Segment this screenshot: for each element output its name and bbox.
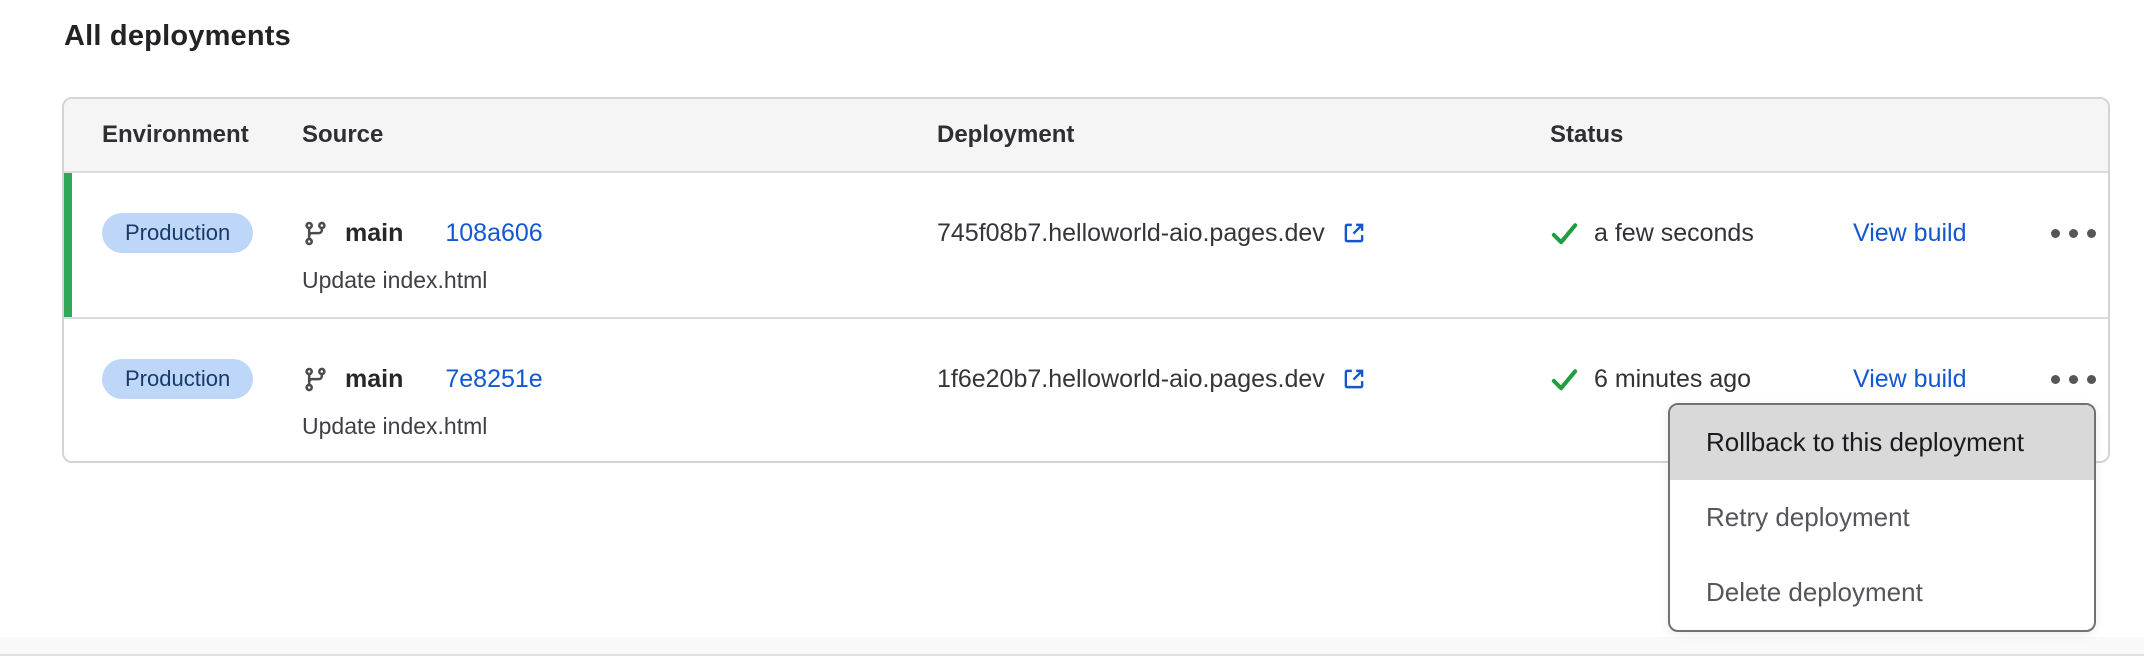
source-cell: main 7e8251e Update index.html: [302, 319, 937, 461]
commit-message: Update index.html: [302, 411, 937, 441]
status-time: a few seconds: [1594, 219, 1754, 248]
column-header-deployment: Deployment: [937, 121, 1550, 149]
view-build-cell: View build: [1853, 173, 2038, 317]
deployment-url: 745f08b7.helloworld-aio.pages.dev: [937, 219, 1325, 248]
commit-link[interactable]: 108a606: [445, 219, 542, 248]
commit-link[interactable]: 7e8251e: [445, 365, 542, 394]
column-header-source: Source: [302, 121, 937, 149]
view-build-link[interactable]: View build: [1853, 219, 1967, 248]
page-divider: [0, 654, 2144, 656]
column-header-status: Status: [1550, 121, 1853, 149]
table-row: Production main 108a606 Update index.htm…: [64, 173, 2108, 317]
deployments-page: All deployments Environment Source Deplo…: [0, 0, 2144, 662]
status-cell: a few seconds: [1550, 173, 1853, 317]
page-title: All deployments: [64, 20, 291, 53]
success-check-icon: [1550, 219, 1579, 248]
environment-badge: Production: [102, 359, 253, 399]
external-link-icon[interactable]: [1341, 366, 1367, 392]
table-header-row: Environment Source Deployment Status: [64, 99, 2108, 173]
row-actions-cell: [2038, 173, 2108, 317]
ellipsis-icon: [2051, 375, 2060, 384]
source-cell: main 108a606 Update index.html: [302, 173, 937, 317]
environment-cell: Production: [102, 173, 302, 317]
footer-band: [0, 637, 2144, 654]
external-link-icon[interactable]: [1341, 220, 1367, 246]
commit-message: Update index.html: [302, 265, 937, 295]
ellipsis-icon: [2051, 229, 2060, 238]
git-branch-icon: [302, 366, 329, 393]
deployment-cell: 745f08b7.helloworld-aio.pages.dev: [937, 173, 1550, 317]
environment-cell: Production: [102, 319, 302, 461]
git-branch-icon: [302, 220, 329, 247]
current-deployment-indicator: [64, 173, 72, 317]
branch-name: main: [345, 219, 403, 248]
success-check-icon: [1550, 365, 1579, 394]
column-header-environment: Environment: [102, 121, 302, 149]
view-build-link[interactable]: View build: [1853, 365, 1967, 394]
deployment-url: 1f6e20b7.helloworld-aio.pages.dev: [937, 365, 1325, 394]
deployment-context-menu: Rollback to this deployment Retry deploy…: [1668, 403, 2096, 632]
menu-item-rollback[interactable]: Rollback to this deployment: [1670, 405, 2094, 480]
row-actions-button[interactable]: [2045, 215, 2102, 251]
row-actions-button[interactable]: [2045, 361, 2102, 397]
environment-badge: Production: [102, 213, 253, 253]
branch-name: main: [345, 365, 403, 394]
menu-item-delete[interactable]: Delete deployment: [1670, 555, 2094, 630]
menu-item-retry[interactable]: Retry deployment: [1670, 480, 2094, 555]
status-time: 6 minutes ago: [1594, 365, 1751, 394]
deployment-cell: 1f6e20b7.helloworld-aio.pages.dev: [937, 319, 1550, 461]
